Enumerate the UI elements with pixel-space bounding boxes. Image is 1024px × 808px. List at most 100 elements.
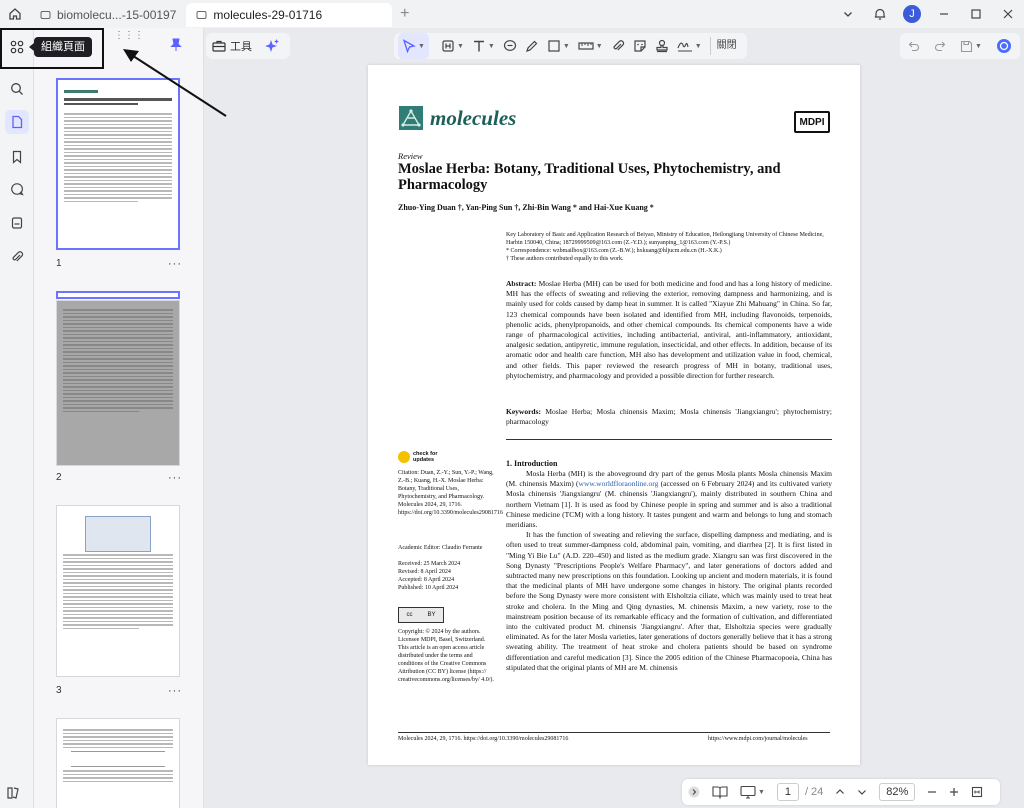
next-page-button[interactable] xyxy=(851,779,873,805)
close-window-button[interactable] xyxy=(992,0,1024,28)
attach-tool-button[interactable] xyxy=(607,33,629,59)
book-icon xyxy=(7,787,19,799)
ruler-icon xyxy=(578,42,594,50)
undo-button[interactable] xyxy=(904,33,924,59)
paperclip-icon xyxy=(12,251,24,262)
thumbnail-page-2-header[interactable] xyxy=(56,291,180,299)
comment-tool-button[interactable] xyxy=(499,33,521,59)
thumbnail-more-button[interactable]: ··· xyxy=(168,472,182,484)
chevron-down-icon: ▼ xyxy=(456,42,464,50)
dropdown-button[interactable] xyxy=(832,0,864,28)
signature-tool-button[interactable]: ▼ xyxy=(673,33,706,59)
check-updates-line2: updates xyxy=(413,457,435,463)
fit-page-button[interactable] xyxy=(965,779,989,805)
chevron-down-icon: ▼ xyxy=(562,42,570,50)
layers-icon xyxy=(11,217,23,229)
abstract-label: Abstract: xyxy=(506,279,537,288)
search-button[interactable] xyxy=(5,77,29,101)
zoom-level[interactable]: 82% xyxy=(873,779,921,805)
tab-molecules[interactable]: molecules-29-01716 xyxy=(186,3,393,27)
notifications-button[interactable] xyxy=(864,0,896,28)
pin-button[interactable] xyxy=(170,38,182,57)
dates: Received: 25 March 2024 Revised: 8 April… xyxy=(398,560,494,592)
ai-logo-button[interactable] xyxy=(992,33,1016,59)
minimize-icon xyxy=(940,13,948,15)
maximize-button[interactable] xyxy=(960,0,992,28)
attachments-list-button[interactable] xyxy=(5,211,29,235)
revised-date: Revised: 8 April 2024 xyxy=(398,569,451,575)
chat-doc-icon xyxy=(40,10,51,19)
pen-tool-button[interactable] xyxy=(521,33,543,59)
current-page-input[interactable]: 1 xyxy=(776,783,799,801)
journal-logo-icon xyxy=(399,106,423,130)
cc-label: cc xyxy=(406,612,413,618)
article-title: Moslae Herba: Botany, Traditional Uses, … xyxy=(398,161,781,193)
collapse-bar-button[interactable] xyxy=(682,779,706,805)
book-open-icon xyxy=(712,786,728,799)
measure-tool-button[interactable]: ▼ xyxy=(574,33,607,59)
new-tab-button[interactable]: + xyxy=(400,5,409,23)
bookmarks-button[interactable] xyxy=(5,145,29,169)
square-icon xyxy=(548,40,560,52)
close-toolbar-button[interactable]: 關閉 xyxy=(709,37,743,55)
redo-button[interactable] xyxy=(930,33,950,59)
thumbnail-more-button[interactable]: ··· xyxy=(168,258,182,270)
by-label: BY xyxy=(427,612,436,618)
ai-assistant-button[interactable] xyxy=(260,33,284,59)
toolbar-left: 工具 xyxy=(206,33,290,59)
help-button[interactable] xyxy=(6,786,20,805)
comment-icon xyxy=(503,40,516,51)
save-button[interactable]: ▼ xyxy=(956,33,986,59)
presentation-button[interactable]: ▼ xyxy=(734,779,771,805)
previous-page-button[interactable] xyxy=(829,779,851,805)
reading-mode-button[interactable] xyxy=(706,779,734,805)
bell-icon xyxy=(874,8,886,20)
divider xyxy=(506,439,832,440)
check-for-updates-badge[interactable]: check for updates xyxy=(398,451,437,463)
tools-button[interactable]: 工具 xyxy=(212,38,260,54)
thumbnail-page-3[interactable] xyxy=(56,505,180,677)
tab-biomolecules[interactable]: biomolecu...-15-00197 xyxy=(30,3,186,27)
thumbnail-page-2[interactable] xyxy=(56,300,180,466)
keywords: Keywords: Moslae Herba; Mosla chinensis … xyxy=(506,407,832,427)
thumbnail-panel: ⋮⋮⋮ 1 ··· 2 ··· 3 ··· xyxy=(34,28,204,808)
sticker-tool-button[interactable] xyxy=(629,33,651,59)
worldflora-link[interactable]: www.worldfloraonline.org xyxy=(579,479,659,488)
stamp-tool-button[interactable] xyxy=(651,33,673,59)
minimize-button[interactable] xyxy=(928,0,960,28)
attachments-button[interactable] xyxy=(5,245,29,269)
zoom-in-button[interactable] xyxy=(943,779,965,805)
thumbnails-button[interactable] xyxy=(5,110,29,134)
cursor-icon xyxy=(402,39,416,53)
monitor-icon xyxy=(740,785,756,799)
bottom-navigation-bar: ▼ 1 / 24 82% xyxy=(682,779,1000,805)
close-icon xyxy=(1003,9,1013,19)
chevron-down-icon: ▼ xyxy=(975,42,982,50)
select-tool-button[interactable]: ▼ xyxy=(398,33,429,59)
highlight-tool-button[interactable]: ▼ xyxy=(437,33,468,59)
toolbar-right: ▼ xyxy=(900,33,1020,59)
user-avatar-button[interactable]: J xyxy=(896,0,928,28)
zoom-out-button[interactable] xyxy=(921,779,943,805)
text-tool-button[interactable]: ▼ xyxy=(468,33,499,59)
thumbnail-more-button[interactable]: ··· xyxy=(168,685,182,697)
fit-width-icon xyxy=(972,786,983,798)
title-bar: biomolecu...-15-00197 molecules-29-01716… xyxy=(0,0,1024,28)
chevron-down-icon xyxy=(844,12,852,17)
sparkle-icon xyxy=(265,39,279,52)
shape-tool-button[interactable]: ▼ xyxy=(543,33,574,59)
footer-journal-url[interactable]: https://www.mdpi.com/journal/molecules xyxy=(708,736,808,742)
signature-icon xyxy=(677,42,692,52)
article-authors: Zhuo-Ying Duan †, Yan-Ping Sun †, Zhi-Bi… xyxy=(398,203,654,212)
highlight-icon xyxy=(442,40,454,52)
left-rail xyxy=(0,28,34,808)
comments-button[interactable] xyxy=(5,177,29,201)
stamp-icon xyxy=(656,39,668,53)
publisher-logo: MDPI xyxy=(794,111,830,133)
thumbnail-page-4[interactable] xyxy=(56,718,180,808)
bookmark-icon xyxy=(12,150,22,164)
panel-drag-handle[interactable]: ⋮⋮⋮ xyxy=(114,30,144,41)
section-heading: 1. Introduction xyxy=(506,459,558,468)
thumbnail-page-1[interactable] xyxy=(56,78,180,250)
home-button[interactable] xyxy=(0,0,30,28)
